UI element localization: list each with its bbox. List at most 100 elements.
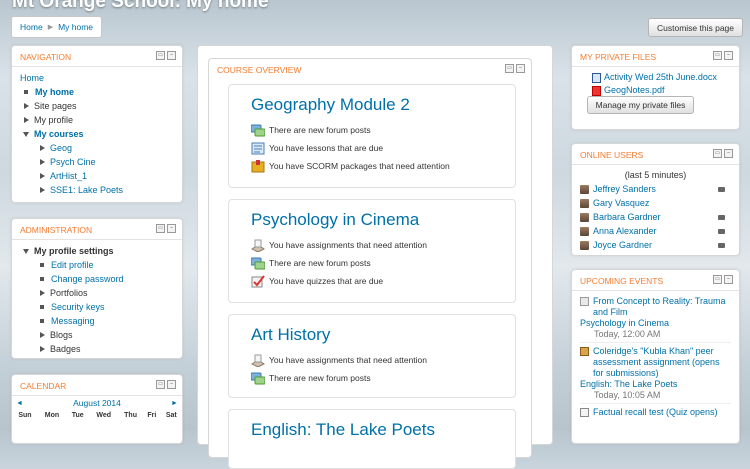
event-item: Coleridge's "Kubla Khan" peer assessment… <box>580 343 731 404</box>
event-course[interactable]: Psychology in Cinema <box>580 318 669 328</box>
online-user-row[interactable]: Jeffrey Sanders <box>580 182 731 196</box>
collapse-icon[interactable]: – <box>167 380 176 389</box>
activity-text: There are new forum posts <box>269 373 371 383</box>
online-users-block: ONLINE USERS ▭ – (last 5 minutes) Jeffrey… <box>571 143 740 256</box>
course-activity-item[interactable]: You have SCORM packages that need attent… <box>229 157 515 175</box>
online-user-row[interactable]: Anna Alexander <box>580 224 731 238</box>
page-icon <box>580 297 589 306</box>
course-activity-item[interactable]: You have assignments that need attention <box>229 236 515 254</box>
online-user-name[interactable]: Joyce Gardner <box>593 240 652 250</box>
dock-icon[interactable]: ▭ <box>713 149 722 158</box>
event-title[interactable]: Coleridge's "Kubla Khan" peer assessment… <box>593 346 731 379</box>
online-user-row[interactable]: Gary Vasquez <box>580 196 731 210</box>
event-title[interactable]: Factual recall test (Quiz opens) <box>593 407 718 418</box>
nav-home[interactable]: Home <box>20 71 44 85</box>
admin-blogs[interactable]: Blogs <box>50 328 73 342</box>
course-overview-title: COURSE OVERVIEW ▭ – <box>209 59 531 79</box>
collapse-icon[interactable]: – <box>724 51 733 60</box>
quiz-icon <box>251 274 265 288</box>
course-overview-block: COURSE OVERVIEW ▭ – Geography Module 2 Th… <box>208 58 532 469</box>
message-icon[interactable] <box>718 228 725 234</box>
file-link[interactable]: Activity Wed 25th June.docx <box>604 71 717 84</box>
admin-profile-settings[interactable]: My profile settings <box>34 244 114 258</box>
manage-private-files-button[interactable]: Manage my private files <box>587 96 694 114</box>
course-activity-item[interactable]: There are new forum posts <box>229 369 515 387</box>
bullet-icon <box>40 263 44 267</box>
admin-messaging[interactable]: Messaging <box>51 314 95 328</box>
nav-course-geog[interactable]: Geog <box>50 141 72 155</box>
course-activity-item[interactable]: You have lessons that are due <box>229 139 515 157</box>
event-course[interactable]: English: The Lake Poets <box>580 379 677 389</box>
collapse-icon[interactable]: – <box>167 51 176 60</box>
expand-icon[interactable] <box>40 159 45 165</box>
dock-icon[interactable]: ▭ <box>156 224 165 233</box>
course-title-link[interactable]: Art History <box>251 325 330 344</box>
bullet-icon <box>40 319 44 323</box>
expand-icon[interactable] <box>40 145 45 151</box>
course-box: Psychology in Cinema You have assignment… <box>228 199 516 303</box>
online-user-name[interactable]: Jeffrey Sanders <box>593 184 656 194</box>
collapse-arrow-icon[interactable] <box>23 131 29 137</box>
expand-icon[interactable] <box>40 187 45 193</box>
private-files-block: MY PRIVATE FILES ▭ – Activity Wed 25th Ju… <box>571 45 740 130</box>
expand-icon[interactable] <box>40 346 45 352</box>
breadcrumb-home[interactable]: Home <box>20 22 43 32</box>
nav-course-arthist[interactable]: ArtHist_1 <box>50 169 87 183</box>
dock-icon[interactable]: ▭ <box>156 51 165 60</box>
course-activity-item[interactable]: There are new forum posts <box>229 254 515 272</box>
calendar-prev-icon[interactable]: ◄ <box>16 400 23 407</box>
collapse-icon[interactable]: – <box>724 275 733 284</box>
admin-change-password[interactable]: Change password <box>51 272 124 286</box>
dock-icon[interactable]: ▭ <box>713 275 722 284</box>
online-user-name[interactable]: Barbara Gardner <box>593 212 661 222</box>
course-activity-item[interactable]: You have assignments that need attention <box>229 351 515 369</box>
message-icon[interactable] <box>718 242 725 248</box>
course-activity-item[interactable]: You have quizzes that are due <box>229 272 515 290</box>
dock-icon[interactable]: ▭ <box>505 64 514 73</box>
expand-icon[interactable] <box>40 290 45 296</box>
activity-text: There are new forum posts <box>269 258 371 268</box>
collapse-icon[interactable]: – <box>516 64 525 73</box>
collapse-arrow-icon[interactable] <box>23 248 29 254</box>
course-activity-item[interactable]: There are new forum posts <box>229 121 515 139</box>
dock-icon[interactable]: ▭ <box>156 380 165 389</box>
calendar-next-icon[interactable]: ► <box>171 400 178 407</box>
avatar <box>580 226 589 236</box>
admin-security-keys[interactable]: Security keys <box>51 300 105 314</box>
nav-my-courses[interactable]: My courses <box>34 127 84 141</box>
admin-portfolios[interactable]: Portfolios <box>50 286 88 300</box>
course-title-link[interactable]: Psychology in Cinema <box>251 210 419 229</box>
nav-course-psych[interactable]: Psych Cine <box>50 155 96 169</box>
main-content: COURSE OVERVIEW ▭ – Geography Module 2 Th… <box>197 45 553 469</box>
upcoming-events-block: UPCOMING EVENTS ▭ – From Concept to Reali… <box>571 269 740 444</box>
customise-page-button[interactable]: Customise this page <box>648 18 743 37</box>
breadcrumb-my-home[interactable]: My home <box>58 22 93 32</box>
nav-course-sse1[interactable]: SSE1: Lake Poets <box>50 183 123 197</box>
collapse-icon[interactable]: – <box>724 149 733 158</box>
online-user-name[interactable]: Anna Alexander <box>593 226 657 236</box>
admin-badges[interactable]: Badges <box>50 342 81 356</box>
nav-my-profile[interactable]: My profile <box>34 113 73 127</box>
message-icon[interactable] <box>718 214 725 220</box>
bullet-icon <box>40 277 44 281</box>
admin-edit-profile[interactable]: Edit profile <box>51 258 94 272</box>
file-item[interactable]: Activity Wed 25th June.docx <box>592 71 731 84</box>
nav-my-home[interactable]: My home <box>35 85 74 99</box>
expand-icon[interactable] <box>24 117 29 123</box>
event-title[interactable]: From Concept to Reality: Trauma and Film <box>593 296 731 318</box>
online-user-row[interactable]: Barbara Gardner <box>580 210 731 224</box>
calendar-day-header: Sat <box>165 412 177 419</box>
online-user-name[interactable]: Gary Vasquez <box>593 198 649 208</box>
message-icon[interactable] <box>718 186 725 192</box>
expand-icon[interactable] <box>40 173 45 179</box>
administration-title: ADMINISTRATION ▭ – <box>12 219 182 240</box>
nav-site-pages[interactable]: Site pages <box>34 99 77 113</box>
dock-icon[interactable]: ▭ <box>713 51 722 60</box>
expand-icon[interactable] <box>24 103 29 109</box>
collapse-icon[interactable]: – <box>167 224 176 233</box>
course-title-link[interactable]: Geography Module 2 <box>251 95 410 114</box>
quiz-icon <box>580 408 589 417</box>
online-user-row[interactable]: Joyce Gardner <box>580 238 731 252</box>
calendar-month[interactable]: August 2014 <box>73 398 121 408</box>
expand-icon[interactable] <box>40 332 45 338</box>
